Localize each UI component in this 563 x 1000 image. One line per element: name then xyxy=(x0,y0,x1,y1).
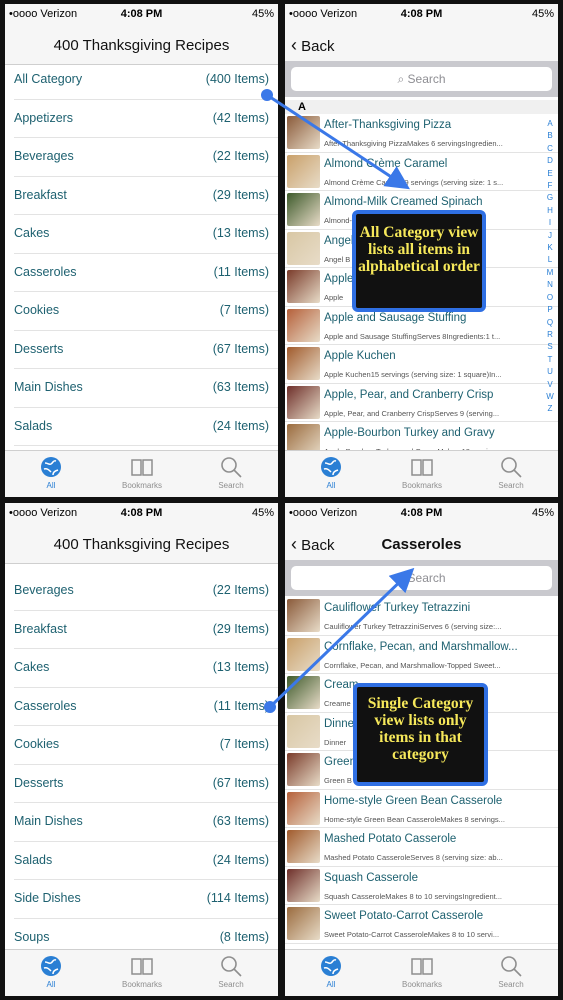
annotation-arrows xyxy=(261,89,415,713)
callout-single-category: Single Category view lists only items in… xyxy=(353,683,488,786)
arrow-all-category xyxy=(266,93,411,190)
callout-all-category: All Category view lists all items in alp… xyxy=(352,210,486,312)
